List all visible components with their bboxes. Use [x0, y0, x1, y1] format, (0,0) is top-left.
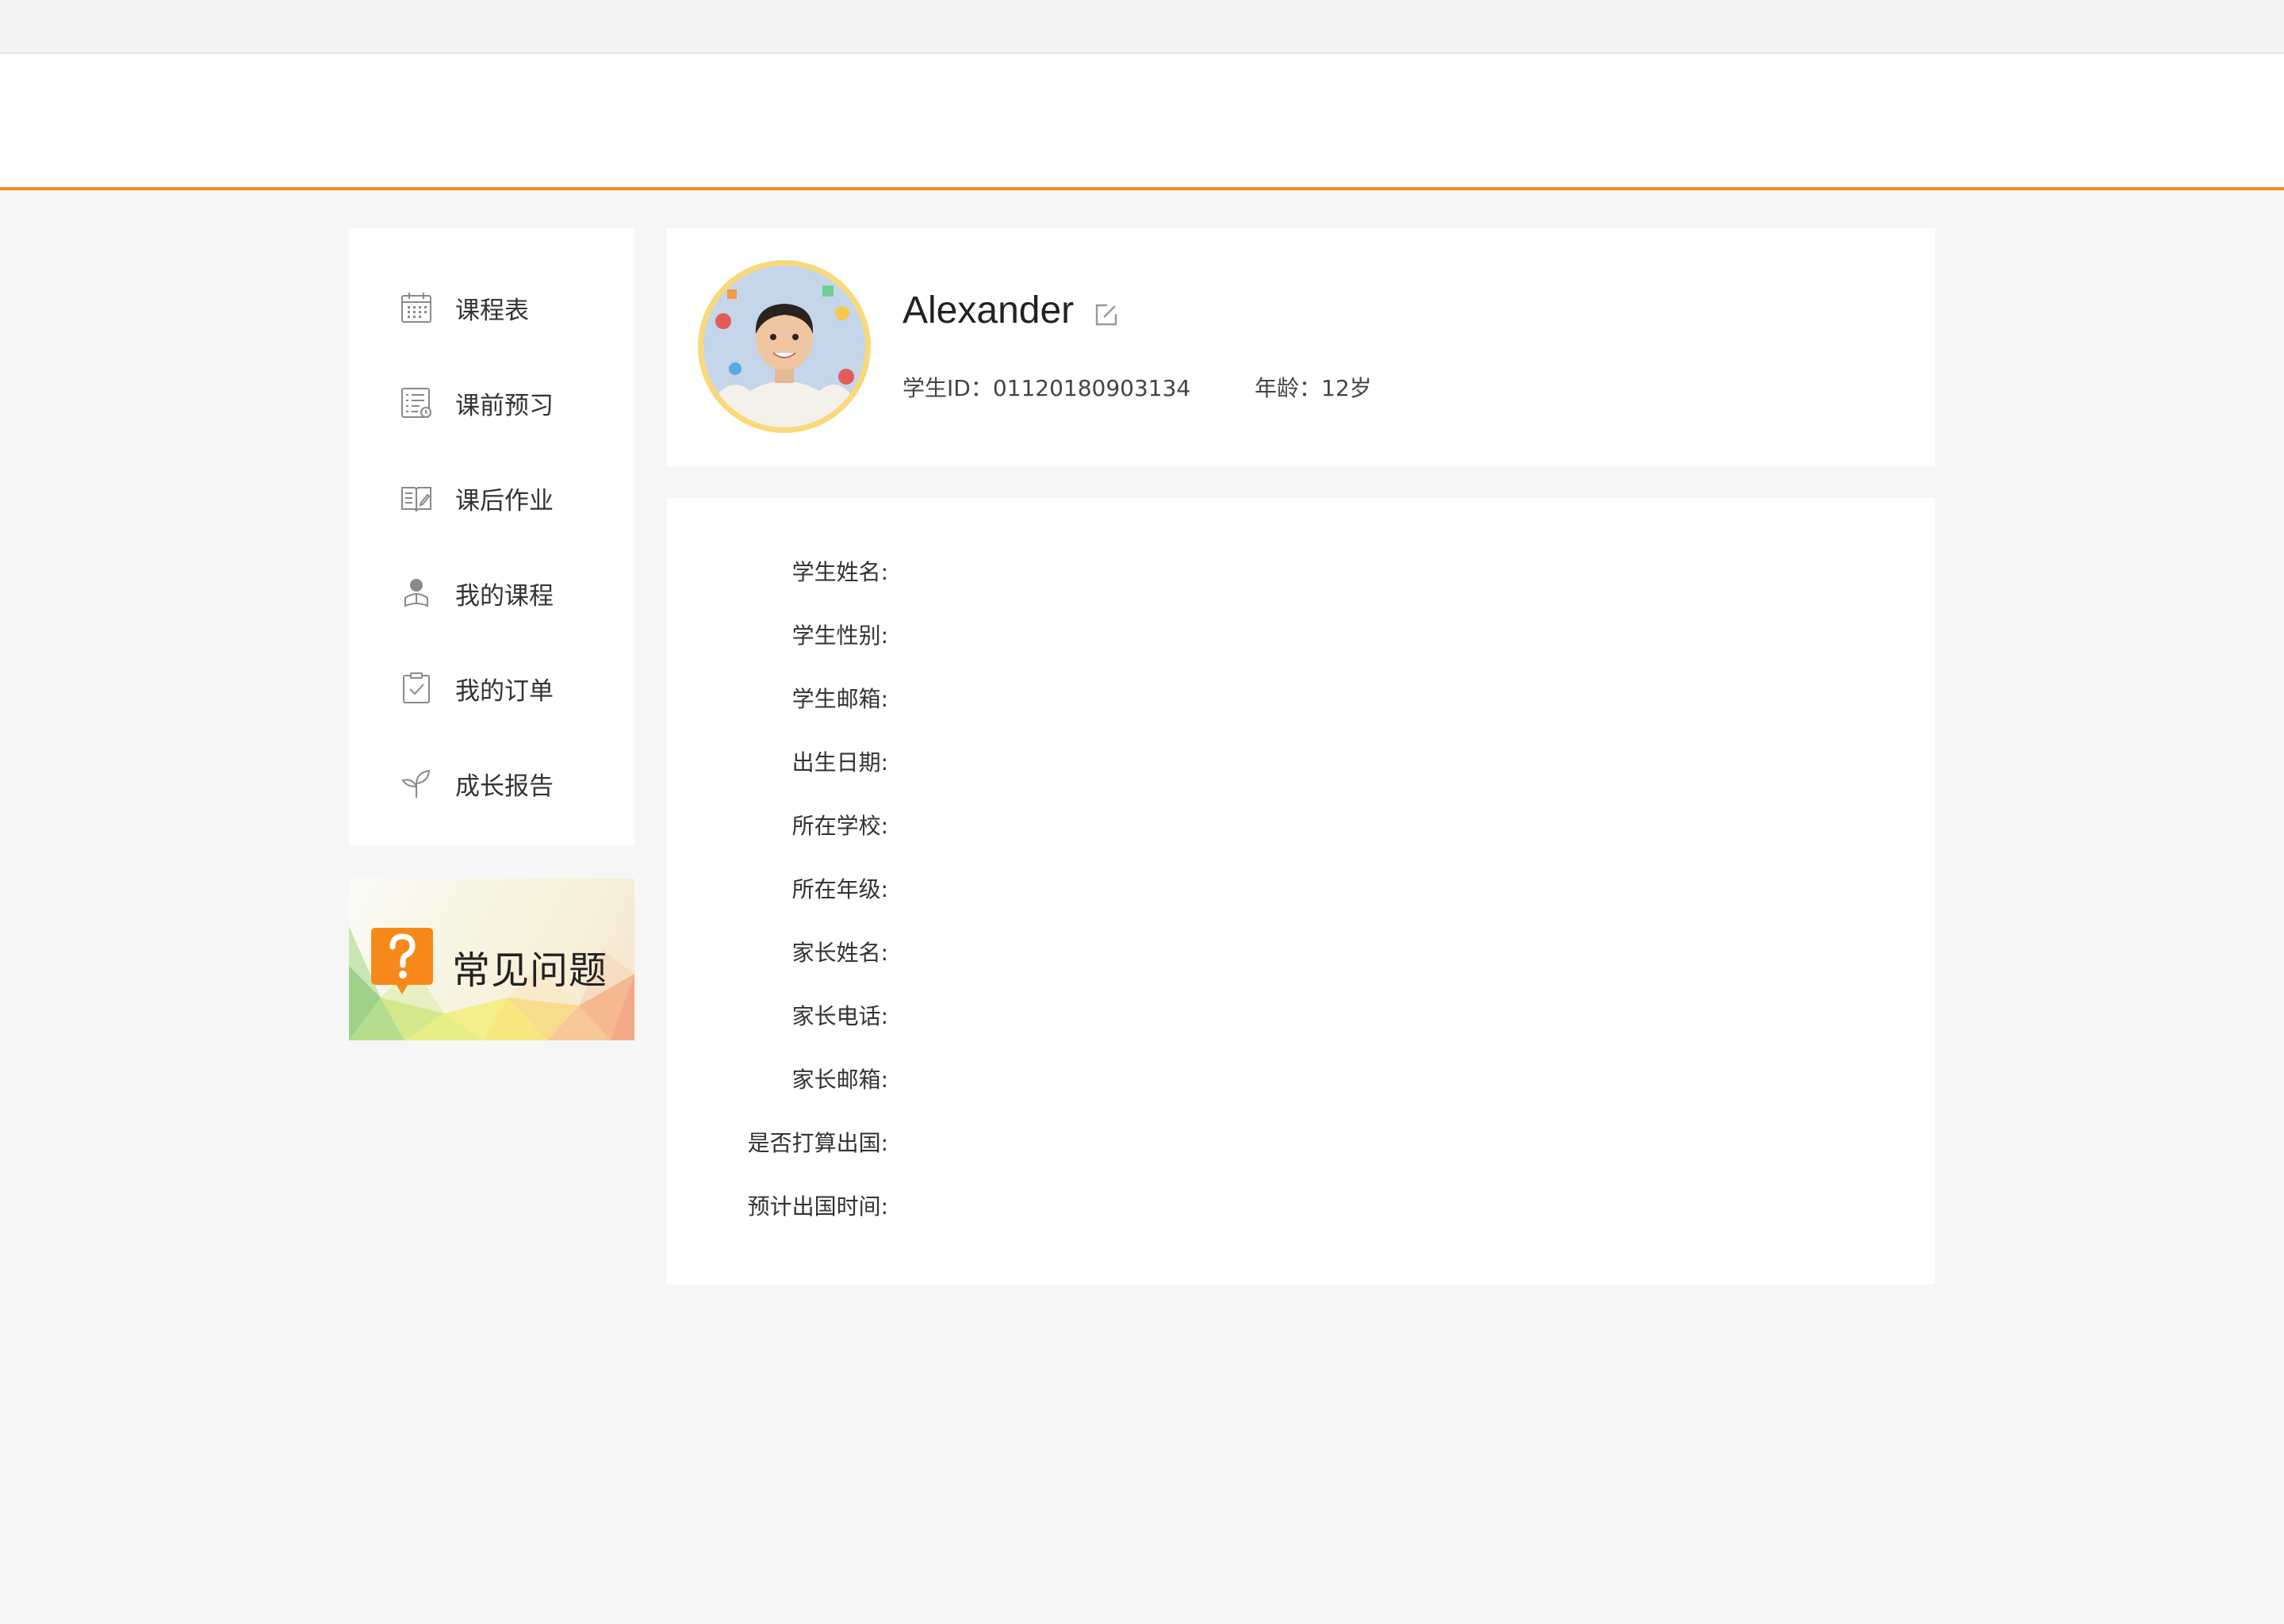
question-bubble-icon [371, 928, 433, 994]
clipboard-check-icon [398, 670, 435, 707]
field-label: 是否打算出国: [747, 1130, 888, 1156]
sidebar-item-label: 我的订单 [455, 676, 554, 706]
browser-top-strip [0, 0, 2284, 54]
field-row-parent-name: 家长姓名: [666, 920, 1935, 983]
field-row-parent-phone: 家长电话: [666, 983, 1935, 1047]
site-header [0, 54, 2284, 190]
field-label: 出生日期: [791, 749, 888, 776]
field-label: 学生性别: [791, 622, 888, 649]
edit-icon[interactable] [1093, 301, 1120, 328]
sprout-icon [398, 765, 435, 802]
sidebar-item-label: 我的课程 [455, 581, 554, 611]
field-label: 所在年级: [791, 876, 888, 902]
profile-card: Alexander 学生ID：01120180903134 年龄：12岁 [666, 228, 1935, 466]
details-card: 学生姓名: 学生性别: 学生邮箱: 出生日期: 所在学校: 所在年级: 家长姓名… [666, 498, 1935, 1285]
faq-label: 常见问题 [452, 948, 608, 993]
student-icon [398, 575, 435, 611]
field-label: 预计出国时间: [747, 1193, 888, 1220]
field-row-school: 所在学校: [666, 793, 1935, 856]
sidebar-item-label: 课前预习 [455, 391, 554, 420]
field-row-student-gender: 学生性别: [666, 603, 1935, 666]
student-name: Alexander [902, 289, 1075, 331]
faq-banner[interactable]: 常见问题 [349, 879, 634, 1040]
avatar[interactable] [698, 260, 871, 433]
open-book-icon [398, 480, 435, 516]
checklist-icon [398, 385, 435, 421]
field-row-abroad-time: 预计出国时间: [666, 1174, 1935, 1237]
sidebar-item-label: 课后作业 [455, 486, 554, 515]
field-row-grade: 所在年级: [666, 856, 1935, 920]
student-id: 学生ID：01120180903134 [902, 375, 1191, 401]
sidebar-item-homework[interactable]: 课后作业 [349, 450, 634, 546]
field-row-plan-abroad: 是否打算出国: [666, 1110, 1935, 1174]
field-label: 家长姓名: [791, 940, 888, 966]
field-row-student-name: 学生姓名: [666, 539, 1935, 603]
sidebar-item-growth-report[interactable]: 成长报告 [349, 736, 634, 831]
calendar-icon [398, 289, 435, 326]
field-label: 所在学校: [791, 813, 888, 839]
sidebar-nav: 课程表 课前预习 课后作业 我的课程 我的订单 成长报告 [349, 228, 634, 845]
field-label: 学生姓名: [791, 559, 888, 585]
sidebar-item-label: 成长报告 [455, 772, 554, 801]
field-label: 家长邮箱: [791, 1067, 888, 1093]
sidebar-item-my-courses[interactable]: 我的课程 [349, 546, 634, 641]
field-label: 学生邮箱: [791, 686, 888, 712]
field-row-birth-date: 出生日期: [666, 730, 1935, 793]
field-row-parent-email: 家长邮箱: [666, 1047, 1935, 1110]
student-age: 年龄：12岁 [1255, 375, 1372, 401]
sidebar-item-label: 课程表 [455, 296, 529, 325]
field-label: 家长电话: [791, 1003, 888, 1029]
sidebar-item-preview[interactable]: 课前预习 [349, 355, 634, 450]
sidebar-item-my-orders[interactable]: 我的订单 [349, 641, 634, 736]
field-row-student-email: 学生邮箱: [666, 666, 1935, 730]
sidebar-item-schedule[interactable]: 课程表 [349, 260, 634, 355]
